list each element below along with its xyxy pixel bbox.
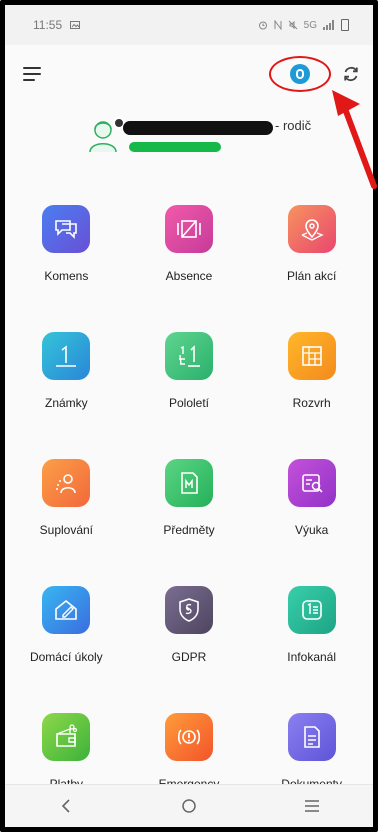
tile-domácí-úkoly[interactable]: Domácí úkoly bbox=[5, 550, 128, 677]
chat-icon bbox=[42, 205, 91, 253]
gallery-icon bbox=[70, 21, 81, 29]
tile-pololetí[interactable]: Pololetí bbox=[128, 296, 251, 423]
tile-label: GDPR bbox=[171, 650, 207, 664]
phone-screen: 11:55 5G - rodič Komens Absence Plán akc… bbox=[0, 0, 378, 832]
status-time: 11:55 bbox=[33, 18, 63, 32]
tile-předměty[interactable]: Předměty bbox=[128, 423, 251, 550]
tile-label: Plán akcí bbox=[286, 269, 337, 283]
back-icon bbox=[62, 799, 70, 813]
mute-icon bbox=[288, 20, 298, 30]
document-icon bbox=[287, 713, 336, 761]
tile-label: Předměty bbox=[163, 523, 215, 537]
status-left: 11:55 bbox=[33, 18, 81, 32]
tile-absence[interactable]: Absence bbox=[128, 169, 251, 296]
tile-label: Infokanál bbox=[287, 650, 336, 664]
recents-button[interactable] bbox=[282, 791, 342, 821]
tile-label: Pololetí bbox=[168, 396, 209, 410]
tile-gdpr[interactable]: GDPR bbox=[128, 550, 251, 677]
grade-icon bbox=[42, 332, 91, 380]
timetable-icon bbox=[287, 332, 336, 380]
info-icon[interactable] bbox=[290, 64, 310, 84]
list-icon bbox=[287, 586, 336, 634]
tile-suplování[interactable]: Suplování bbox=[5, 423, 128, 550]
nfc-icon bbox=[274, 20, 282, 30]
tile-label: Absence bbox=[165, 269, 213, 283]
tile-label: Suplování bbox=[39, 523, 94, 537]
info-highlight-circle bbox=[269, 56, 331, 92]
tile-label: Rozvrh bbox=[292, 396, 331, 410]
subject-icon bbox=[164, 459, 213, 507]
status-right: 5G bbox=[258, 19, 349, 31]
annotation-arrow bbox=[332, 90, 377, 189]
wallet-icon bbox=[42, 713, 91, 761]
home-icon bbox=[182, 799, 196, 813]
shield-icon bbox=[164, 586, 213, 634]
tile-známky[interactable]: Známky bbox=[5, 296, 128, 423]
module-grid: Komens Absence Plán akcí Známky Pololetí Rozv… bbox=[5, 169, 373, 804]
tile-rozvrh[interactable]: Rozvrh bbox=[250, 296, 373, 423]
absence-icon bbox=[164, 205, 213, 253]
refresh-icon[interactable] bbox=[341, 64, 361, 84]
tile-label: Domácí úkoly bbox=[29, 650, 103, 664]
tile-label: Výuka bbox=[294, 523, 329, 537]
lesson-icon bbox=[287, 459, 336, 507]
tile-label: Známky bbox=[44, 396, 88, 410]
tile-komens[interactable]: Komens bbox=[5, 169, 128, 296]
redacted-class bbox=[129, 142, 221, 152]
recents-icon bbox=[304, 800, 319, 812]
tile-výuka[interactable]: Výuka bbox=[250, 423, 373, 550]
substitute-icon bbox=[42, 459, 91, 507]
signal-icon bbox=[323, 20, 334, 30]
signal-text: 5G bbox=[303, 19, 317, 31]
app-bar bbox=[5, 45, 373, 103]
status-bar: 11:55 5G bbox=[5, 5, 373, 45]
battery-icon bbox=[341, 19, 349, 31]
map-pin-icon bbox=[287, 205, 336, 253]
tile-infokanál[interactable]: Infokanál bbox=[250, 550, 373, 677]
redacted-name bbox=[123, 121, 273, 135]
fraction-icon bbox=[164, 332, 213, 380]
tile-label: Komens bbox=[44, 269, 89, 283]
back-button[interactable] bbox=[36, 791, 96, 821]
profile-header[interactable]: - rodič bbox=[5, 103, 373, 169]
homework-icon bbox=[42, 586, 91, 634]
menu-icon[interactable] bbox=[23, 67, 41, 81]
home-button[interactable] bbox=[159, 791, 219, 821]
alarm-icon bbox=[164, 713, 213, 761]
alarm-icon bbox=[258, 21, 267, 30]
profile-role: - rodič bbox=[275, 118, 312, 133]
system-nav-bar bbox=[5, 784, 373, 827]
